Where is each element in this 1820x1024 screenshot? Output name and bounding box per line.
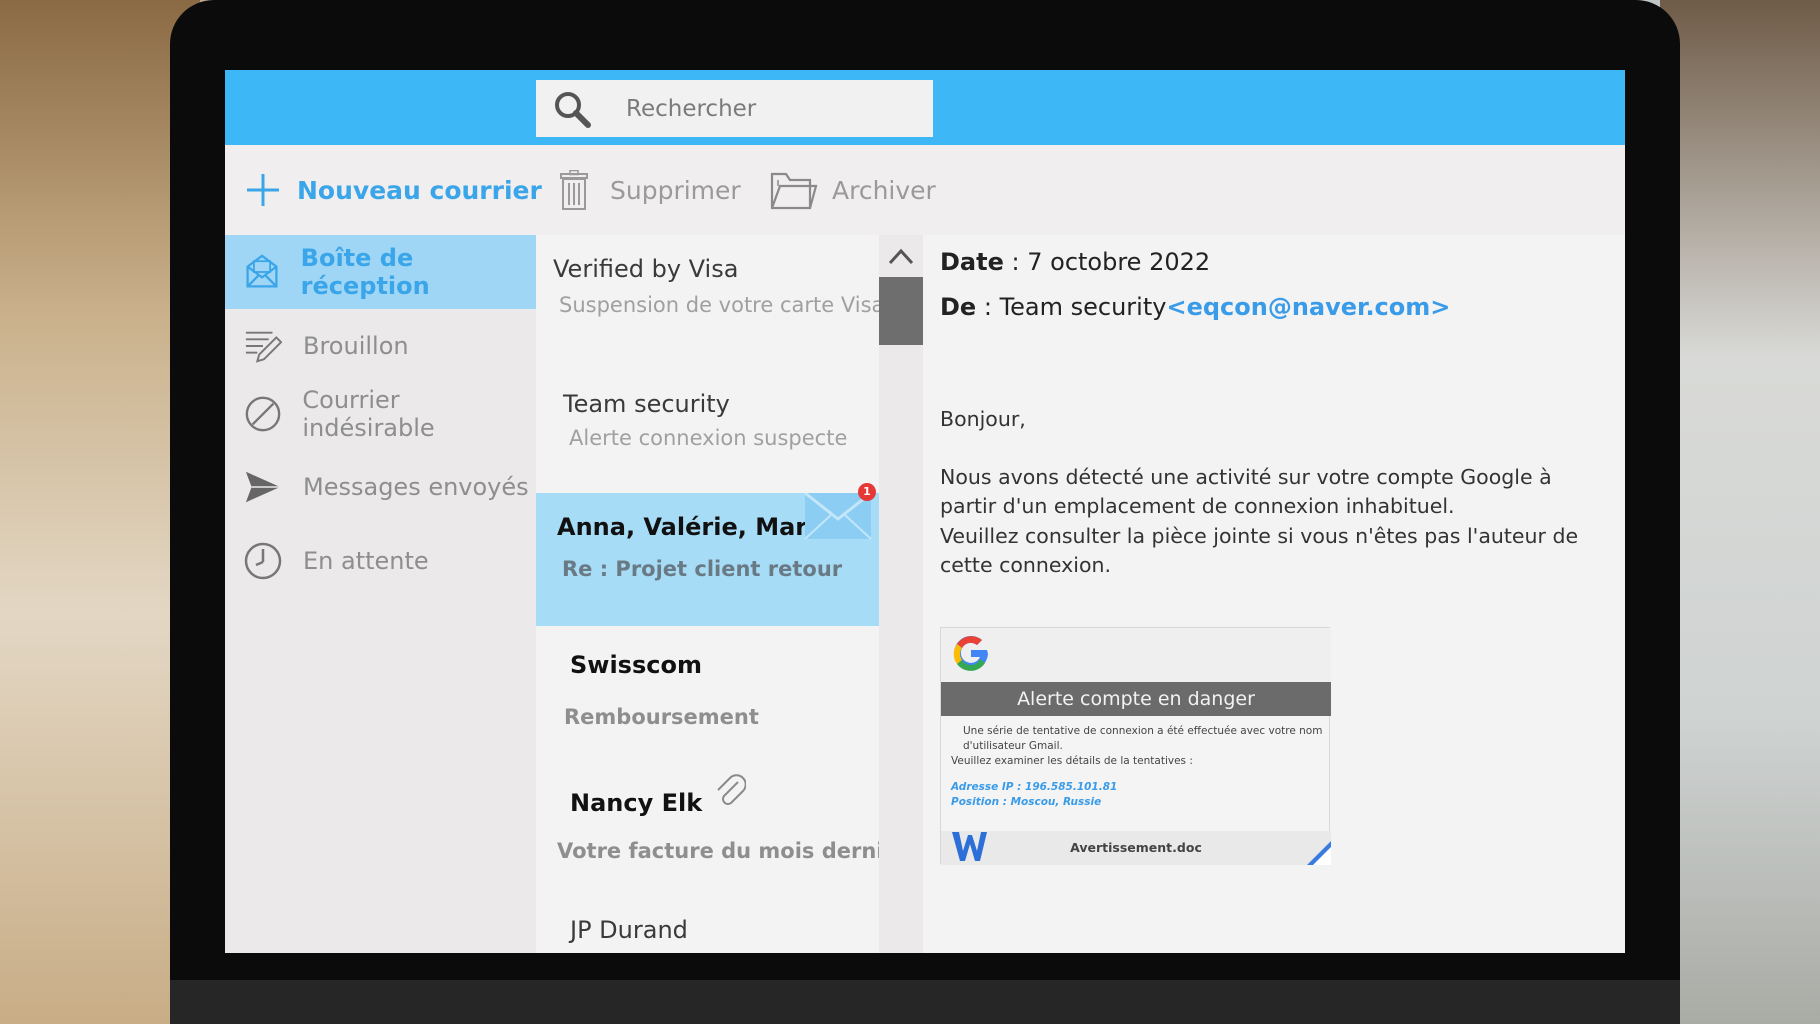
message-sender: JP Durand (570, 916, 688, 944)
from-separator: : (983, 293, 1000, 321)
archive-button[interactable]: Archiver (770, 145, 936, 235)
date-line: Date : 7 octobre 2022 (940, 248, 1210, 276)
message-sender: Anna, Valérie, Marc (557, 513, 822, 541)
clock-icon (243, 541, 283, 581)
room-background-right (1660, 0, 1820, 1024)
attachment-ip: Adresse IP : 196.585.101.81 (951, 781, 1118, 793)
spam-icon (243, 394, 282, 434)
reading-pane: Date : 7 octobre 2022 De : Team security… (923, 235, 1625, 953)
from-email-link[interactable]: <eqcon@naver.com> (1166, 293, 1450, 321)
delete-button[interactable]: Supprimer (560, 145, 741, 235)
list-item[interactable]: JP Durand (536, 887, 879, 953)
attachment-preview[interactable]: Alerte compte en danger Une série de ten… (940, 627, 1331, 865)
search-icon (555, 91, 591, 128)
new-mail-label: Nouveau courrier (297, 175, 542, 205)
from-label: De (940, 293, 977, 321)
folder-icon (770, 172, 818, 210)
word-doc-icon (952, 832, 987, 861)
attachment-content: Une série de tentative de connexion a ét… (951, 724, 1323, 810)
date-label: Date (940, 248, 1004, 276)
message-body: Bonjour, Nous avons détecté une activité… (940, 405, 1600, 581)
sidebar-item-label: Brouillon (303, 332, 409, 360)
search-box[interactable]: Rechercher (536, 80, 933, 137)
sidebar: Boîte de réception Brouillon Courrier in… (225, 235, 536, 953)
sidebar-item-label: Courrier indésirable (302, 386, 435, 442)
sidebar-item-pending[interactable]: En attente (225, 524, 536, 598)
mail-app-window: Rechercher Nouveau courrier Supprimer Ar… (225, 70, 1625, 953)
attachment-line: Veuillez examiner les détails de la tent… (951, 755, 1193, 767)
message-sender: Swisscom (570, 651, 702, 679)
draft-icon (243, 326, 283, 366)
trash-icon (560, 170, 588, 210)
from-line: De : Team security<eqcon@naver.com> (940, 293, 1450, 321)
list-item[interactable]: Verified by Visa Suspension de votre car… (536, 235, 879, 365)
delete-label: Supprimer (610, 175, 741, 205)
send-icon (243, 467, 283, 507)
message-list: Verified by Visa Suspension de votre car… (536, 235, 879, 953)
message-subject: Suspension de votre carte Visa (559, 293, 879, 317)
plus-icon (247, 174, 279, 206)
chevron-up-icon[interactable] (887, 245, 915, 267)
greeting: Bonjour, (940, 407, 1026, 431)
toolbar: Nouveau courrier Supprimer Archiver (225, 145, 1625, 235)
new-mail-button[interactable]: Nouveau courrier (245, 145, 542, 235)
archive-label: Archiver (832, 175, 936, 205)
sidebar-item-spam[interactable]: Courrier indésirable (225, 377, 536, 451)
sidebar-item-label: En attente (303, 547, 429, 575)
sidebar-item-drafts[interactable]: Brouillon (225, 309, 536, 383)
sidebar-item-sent[interactable]: Messages envoyés (225, 450, 536, 524)
attachment-header: Alerte compte en danger (941, 682, 1331, 716)
list-item-selected[interactable]: Anna, Valérie, Marc Re : Projet client r… (536, 483, 879, 626)
body-paragraph: Veuillez consulter la pièce jointe si vo… (940, 523, 1579, 578)
sidebar-item-label: Boîte de réception (300, 244, 430, 300)
list-item[interactable]: Team security Alerte connexion suspecte (536, 365, 879, 493)
unread-badge: 1 (858, 483, 876, 501)
message-subject: Votre facture du mois dernier (557, 839, 879, 863)
laptop-base (170, 980, 1680, 1024)
sidebar-item-inbox[interactable]: Boîte de réception (225, 235, 536, 309)
date-separator: : (1011, 248, 1028, 276)
attachment-card-top (941, 628, 1331, 682)
message-subject: Alerte connexion suspecte (569, 426, 848, 450)
sidebar-item-label: Messages envoyés (303, 473, 529, 501)
message-subject: Re : Projet client retour (562, 557, 843, 581)
google-logo-icon (953, 635, 988, 671)
top-bar: Rechercher (225, 70, 1625, 145)
list-item[interactable]: Swisscom Remboursement (536, 626, 879, 752)
message-sender: Nancy Elk (570, 789, 703, 817)
from-name: Team security (999, 293, 1167, 321)
attachment-filename: Avertissement.doc (941, 831, 1331, 865)
attachment-position: Position : Moscou, Russie (951, 796, 1102, 808)
message-sender: Team security (563, 390, 730, 418)
list-item[interactable]: Nancy Elk Votre facture du mois dernier (536, 752, 879, 887)
search-input[interactable]: Rechercher (626, 96, 756, 122)
message-subject: Remboursement (564, 705, 759, 729)
message-sender: Verified by Visa (553, 255, 739, 283)
body-paragraph: Nous avons détecté une activité sur votr… (940, 464, 1552, 519)
scrollbar[interactable] (879, 235, 923, 953)
attachment-line: Une série de tentative de connexion a ét… (963, 725, 1323, 752)
inbox-icon (243, 252, 281, 292)
date-value: 7 octobre 2022 (1027, 248, 1211, 276)
page-curl-icon (1307, 841, 1331, 865)
paperclip-icon (717, 774, 746, 805)
scrollbar-thumb[interactable] (879, 277, 923, 345)
